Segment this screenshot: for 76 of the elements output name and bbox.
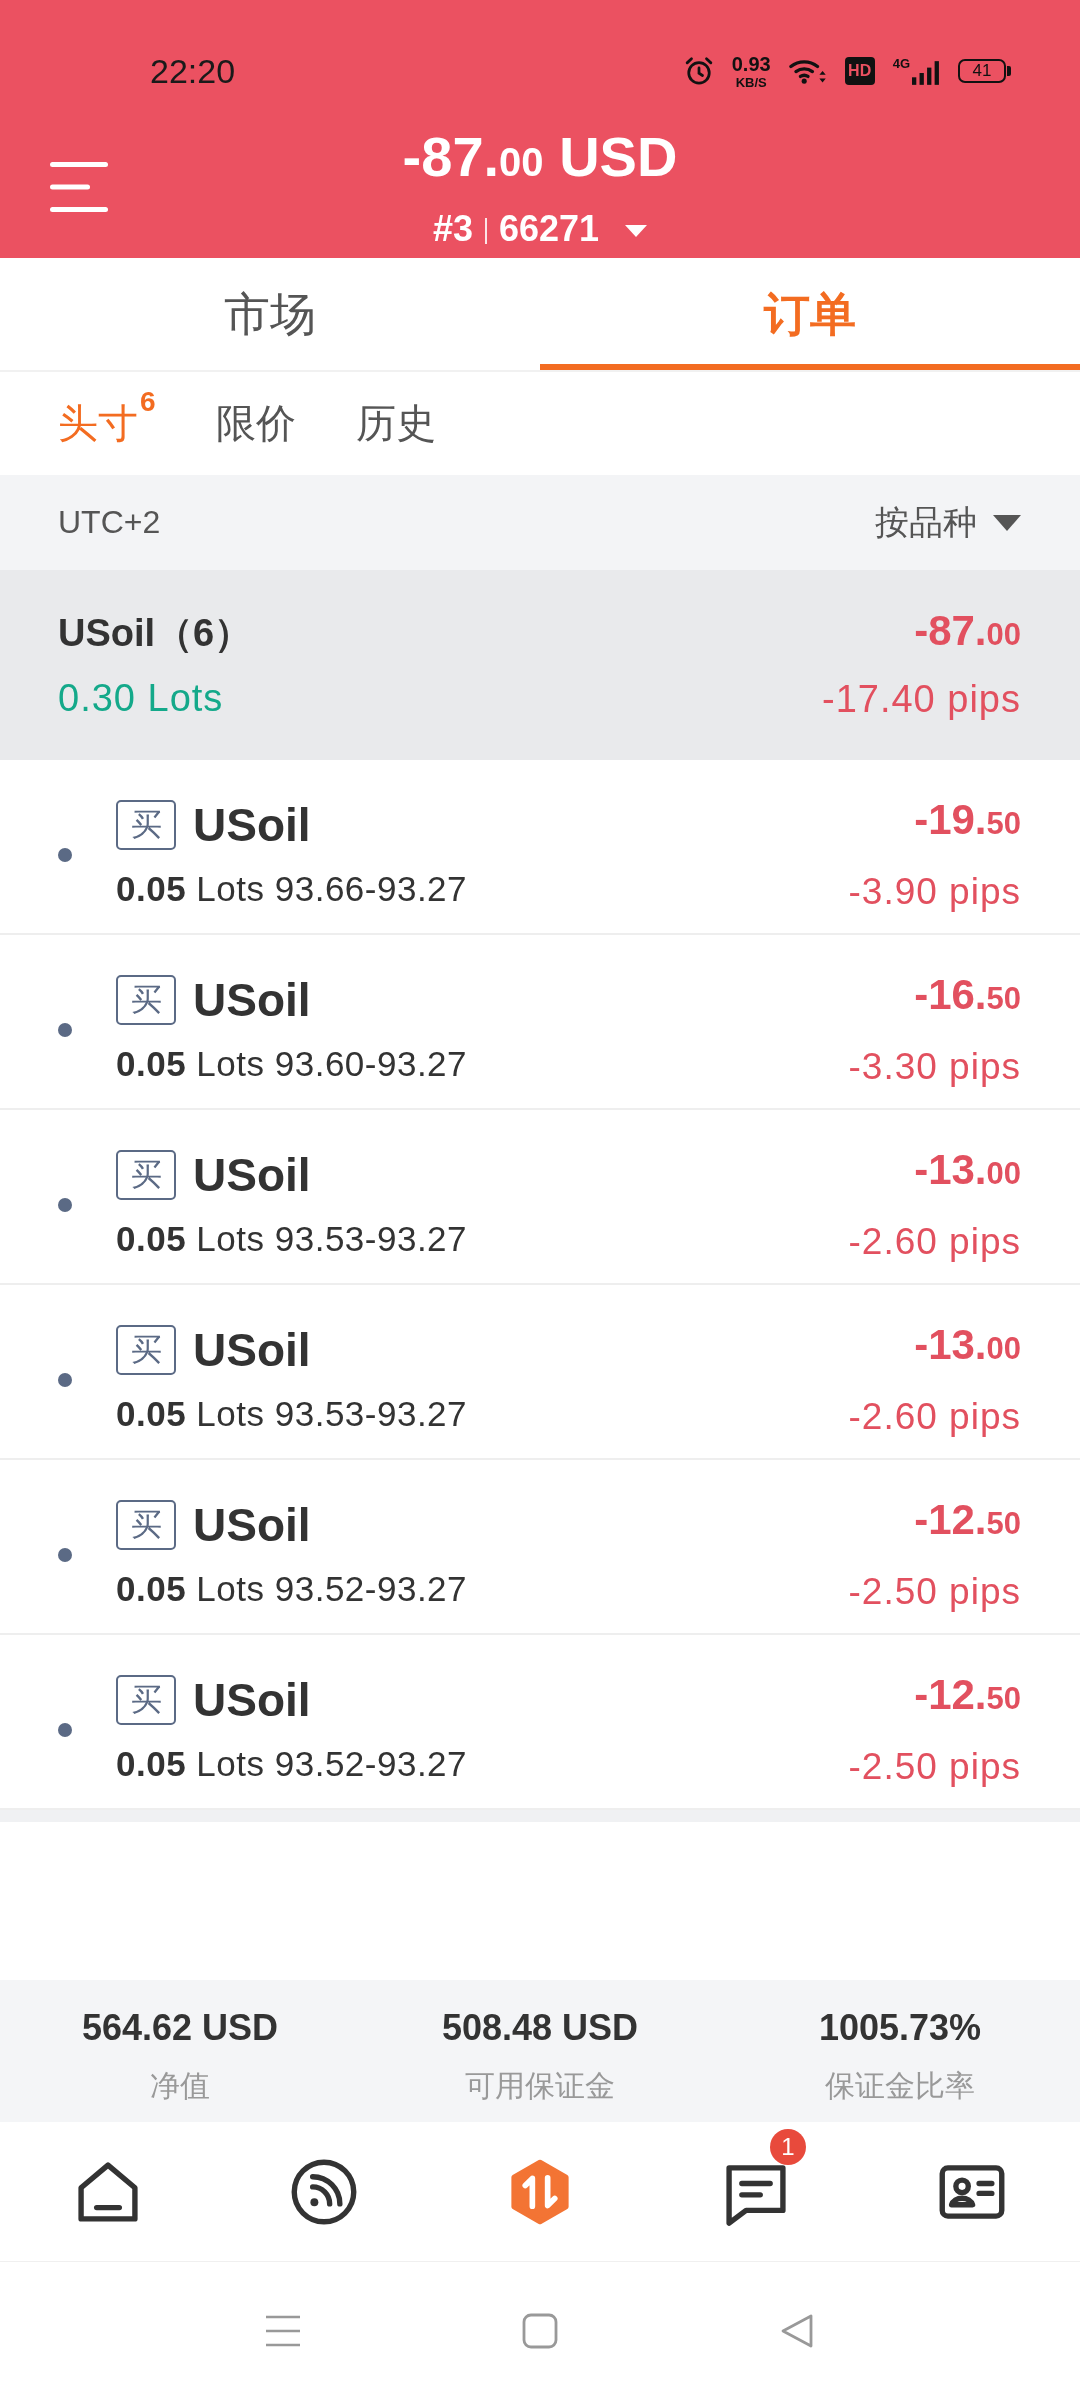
signal-icon xyxy=(912,61,940,85)
side-tag: 买 xyxy=(116,1499,176,1550)
summary-label: 净值 xyxy=(150,2068,210,2104)
notification-badge: 1 xyxy=(770,2128,806,2165)
speed-unit: KB/S xyxy=(735,75,767,89)
summary-value: 564.62 USD xyxy=(81,2006,279,2050)
order-row[interactable]: 买 USoil 0.05 Lots 93.66-93.27 -19.50 -3.90 pips xyxy=(0,760,1080,935)
order-details: 0.05 Lots 93.60-93.27 xyxy=(116,1042,468,1085)
order-details: 0.05 Lots 93.66-93.27 xyxy=(116,867,468,910)
order-pips: -2.50 pips xyxy=(848,1569,1021,1614)
recent-apps-icon[interactable] xyxy=(265,2313,301,2349)
group-profit: -87.00 xyxy=(914,606,1021,656)
balance-amount: -87.00 USD xyxy=(402,124,678,190)
wifi-icon xyxy=(788,57,827,85)
network-speed: 0.93 xyxy=(731,53,771,74)
status-time: 22:20 xyxy=(150,51,236,91)
order-profit: -13.00 xyxy=(914,1319,1021,1370)
timezone-label: UTC+2 xyxy=(58,504,161,541)
order-row[interactable]: 买 USoil 0.05 Lots 93.53-93.27 -13.00 -2.60 pips xyxy=(0,1285,1080,1460)
summary-label: 保证金比率 xyxy=(825,2068,975,2104)
bullet-dot-icon xyxy=(58,1022,72,1037)
order-symbol: USoil xyxy=(193,1322,311,1377)
side-tag: 买 xyxy=(116,1149,176,1200)
order-symbol: USoil xyxy=(193,1672,311,1727)
side-tag: 买 xyxy=(116,1674,176,1725)
tab[interactable]: 市场 xyxy=(0,258,540,370)
group-pips: -17.40 pips xyxy=(822,677,1021,722)
summary-value: 508.48 USD xyxy=(441,2006,639,2050)
order-profit: -12.50 xyxy=(914,1494,1021,1545)
order-pips: -2.50 pips xyxy=(848,1744,1021,1789)
group-name: USoil（6） xyxy=(58,610,253,656)
bullet-dot-icon xyxy=(58,1197,72,1212)
menu-icon[interactable] xyxy=(50,162,108,212)
summary-label: 可用保证金 xyxy=(465,2068,615,2104)
network-type: 4G xyxy=(892,57,910,70)
bullet-dot-icon xyxy=(58,1722,72,1737)
order-row[interactable]: 买 USoil 0.05 Lots 93.53-93.27 -13.00 -2.60 pips xyxy=(0,1110,1080,1285)
side-tag: 买 xyxy=(116,974,176,1025)
order-profit: -12.50 xyxy=(914,1669,1021,1720)
alarm-clock-icon xyxy=(683,56,714,86)
order-pips: -2.60 pips xyxy=(848,1219,1021,1264)
order-details: 0.05 Lots 93.53-93.27 xyxy=(116,1392,468,1435)
nav-tab[interactable]: 1 xyxy=(648,2122,864,2261)
order-pips: -3.90 pips xyxy=(848,869,1021,914)
order-symbol: USoil xyxy=(193,1147,311,1202)
group-lots: 0.30 Lots xyxy=(58,675,224,721)
caret-icon xyxy=(993,514,1021,531)
account-selector[interactable]: #3 66271 xyxy=(432,205,648,253)
order-profit: -16.50 xyxy=(914,969,1021,1020)
bullet-dot-icon xyxy=(58,1547,72,1562)
hd-indicator: HD xyxy=(844,57,875,85)
subtab[interactable]: 限价 xyxy=(215,396,296,451)
caret-icon xyxy=(625,225,648,238)
home-square-icon[interactable] xyxy=(522,2313,558,2349)
order-symbol: USoil xyxy=(193,1497,311,1552)
battery-indicator: 41 xyxy=(958,59,1011,83)
order-details: 0.05 Lots 93.52-93.27 xyxy=(116,1742,468,1785)
order-details: 0.05 Lots 93.53-93.27 xyxy=(116,1217,468,1260)
sort-dropdown[interactable]: 按品种 xyxy=(875,499,1021,546)
feed-icon xyxy=(290,2157,358,2226)
order-pips: -3.30 pips xyxy=(848,1044,1021,1089)
order-pips: -2.60 pips xyxy=(848,1394,1021,1439)
bullet-dot-icon xyxy=(58,1372,72,1387)
bullet-dot-icon xyxy=(58,847,72,862)
order-symbol: USoil xyxy=(193,972,311,1027)
summary-value: 1005.73% xyxy=(818,2006,982,2050)
side-tag: 买 xyxy=(116,799,176,850)
subtab[interactable]: 历史 xyxy=(355,396,436,451)
order-profit: -19.50 xyxy=(914,794,1021,845)
order-row[interactable]: 买 USoil 0.05 Lots 93.52-93.27 -12.50 -2.50 pips xyxy=(0,1460,1080,1635)
order-details: 0.05 Lots 93.52-93.27 xyxy=(116,1567,468,1610)
order-profit: -13.00 xyxy=(914,1144,1021,1195)
back-icon[interactable] xyxy=(779,2313,815,2349)
order-row[interactable]: 买 USoil 0.05 Lots 93.60-93.27 -16.50 -3.30 pips xyxy=(0,935,1080,1110)
side-tag: 买 xyxy=(116,1324,176,1375)
order-symbol: USoil xyxy=(193,797,311,852)
